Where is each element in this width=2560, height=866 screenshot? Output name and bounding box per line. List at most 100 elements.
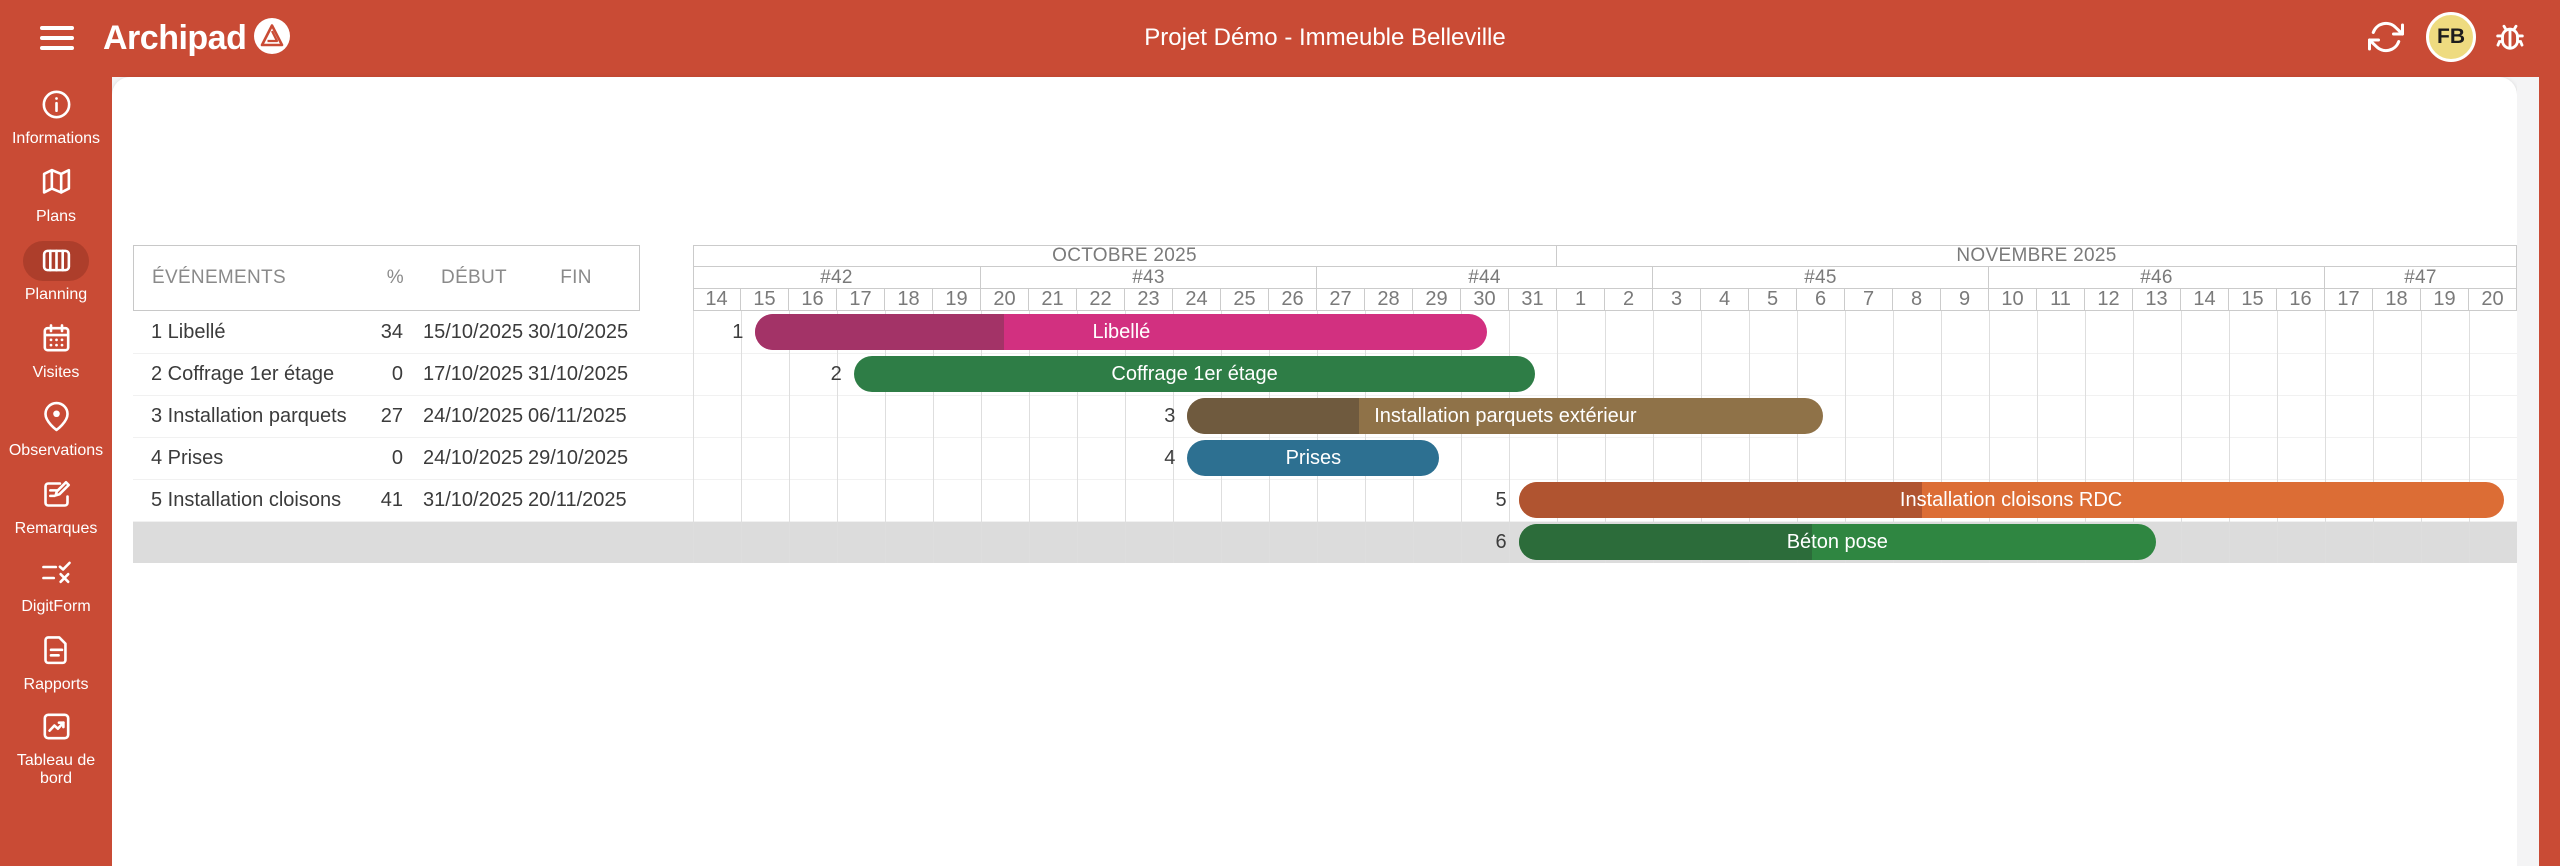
day-grid-line (2277, 311, 2278, 563)
bug-report-icon[interactable] (2492, 19, 2528, 55)
sidebar-item-observations[interactable]: Observations (0, 389, 112, 467)
table-header: ÉVÉNEMENTS%DÉBUTFIN (133, 245, 640, 311)
gantt-day-label: 3 (1653, 289, 1701, 311)
gantt-bar[interactable]: Prises (1187, 440, 1439, 476)
day-grid-line (1509, 311, 1510, 563)
gantt-day-label: 26 (1269, 289, 1317, 311)
event-start: 24/10/2025 (423, 437, 523, 479)
gantt-day-label: 20 (981, 289, 1029, 311)
col-header-evenements: ÉVÉNEMENTS (152, 246, 286, 310)
gantt-day-label: 8 (1893, 289, 1941, 311)
day-grid-line (2229, 311, 2230, 563)
gantt-day-label: 5 (1749, 289, 1797, 311)
gantt-day-label: 7 (1845, 289, 1893, 311)
gantt-bar[interactable]: Coffrage 1er étage (854, 356, 1536, 392)
gantt-day-label: 28 (1365, 289, 1413, 311)
sync-icon[interactable] (2368, 19, 2404, 55)
document-icon (23, 631, 89, 671)
top-bar: Archipad Projet Démo - Immeuble Bellevil… (0, 0, 2560, 77)
event-end: 31/10/2025 (528, 353, 622, 395)
event-pct: 34 (323, 311, 403, 353)
pin-icon (23, 397, 89, 437)
sidebar-item-plans[interactable]: Plans (0, 155, 112, 233)
table-row[interactable]: 5 Installation cloisons RDC4131/10/20252… (133, 479, 640, 521)
sidebar-item-label: Observations (9, 442, 103, 460)
gantt-week-label: #43 (981, 267, 1317, 289)
sidebar-item-remarques[interactable]: Remarques (0, 467, 112, 545)
gantt-day-label: 13 (2133, 289, 2181, 311)
event-pct: 27 (323, 395, 403, 437)
row-separator (133, 521, 2517, 522)
gantt-bar-label: Coffrage 1er étage (854, 356, 1536, 392)
sidebar-item-informations[interactable]: Informations (0, 77, 112, 155)
sidebar-item-tableau-de-bord[interactable]: Tableau de bord (0, 701, 112, 793)
gantt-week-label: #46 (1989, 267, 2325, 289)
gantt-day-label: 6 (1797, 289, 1845, 311)
scrollbar-gutter (2517, 77, 2539, 866)
gantt-day-label: 30 (1461, 289, 1509, 311)
right-red-strip (2539, 0, 2560, 866)
sidebar-item-label: Informations (12, 130, 100, 148)
event-pct: 41 (323, 479, 403, 521)
chart-icon (23, 707, 89, 747)
event-name: 3 Installation parquets ex... (151, 395, 347, 437)
gantt-week-label: #44 (1317, 267, 1653, 289)
planning-icon (23, 241, 89, 281)
sidebar-item-label: Remarques (15, 520, 98, 538)
gantt-day-label: 19 (2421, 289, 2469, 311)
sidebar-item-label: Planning (25, 286, 87, 304)
day-grid-line (693, 311, 694, 563)
gantt-day-label: 19 (933, 289, 981, 311)
event-start: 17/10/2025 (423, 353, 523, 395)
map-icon (23, 163, 89, 203)
sidebar-item-label: Plans (36, 208, 76, 226)
event-pct: 0 (323, 353, 403, 395)
table-row[interactable]: 2 Coffrage 1er étage017/10/202531/10/202… (133, 353, 640, 395)
event-end: 20/11/2025 (528, 479, 622, 521)
gantt-day-label: 25 (1221, 289, 1269, 311)
event-start: 15/10/2025 (423, 311, 523, 353)
avatar[interactable]: FB (2426, 12, 2476, 62)
gantt-bar[interactable]: Libellé (755, 314, 1487, 350)
day-grid-line (2469, 311, 2470, 563)
event-end: 06/11/2025 (528, 395, 622, 437)
gantt-day-label: 15 (741, 289, 789, 311)
sidebar-item-rapports[interactable]: Rapports (0, 623, 112, 701)
gantt-bar[interactable]: Installation parquets extérieur (1187, 398, 1823, 434)
event-pct: 0 (323, 437, 403, 479)
gantt-day-label: 9 (1941, 289, 1989, 311)
sidebar-item-label: Tableau de bord (0, 752, 112, 788)
sidebar-item-visites[interactable]: Visites (0, 311, 112, 389)
gantt-bar[interactable]: Béton pose (1519, 524, 2156, 560)
gantt-bar-label: Béton pose (1519, 524, 2156, 560)
hamburger-menu-icon[interactable] (40, 25, 74, 51)
event-end: 30/10/2025 (528, 311, 622, 353)
archipad-logo: Archipad (103, 17, 290, 59)
gantt-bar-label: Prises (1187, 440, 1439, 476)
gantt-bar-label: Installation cloisons RDC (1519, 482, 2504, 518)
gantt-day-label: 21 (1029, 289, 1077, 311)
event-end: 29/10/2025 (528, 437, 622, 479)
sidebar-item-label: DigitForm (21, 598, 90, 616)
gantt-day-label: 11 (2037, 289, 2085, 311)
day-grid-line (2421, 311, 2422, 563)
table-row[interactable]: 4 Prises0 24/10/202529/10/2025 (133, 437, 640, 479)
event-name: 4 Prises (151, 437, 347, 479)
gantt-day-label: 2 (1605, 289, 1653, 311)
selected-row-band (133, 521, 2517, 563)
gantt-day-label: 14 (693, 289, 741, 311)
col-header-debut: DÉBUT (424, 246, 524, 310)
table-row[interactable]: 1 Libellé3415/10/202530/10/2025 (133, 311, 640, 353)
gantt-day-label: 24 (1173, 289, 1221, 311)
day-grid-line (2181, 311, 2182, 563)
gantt-bar-number: 6 (1467, 521, 1507, 563)
gantt-bar[interactable]: Installation cloisons RDC (1519, 482, 2504, 518)
table-row[interactable]: 3 Installation parquets ex...27 24/10/202… (133, 395, 640, 437)
note-icon (23, 475, 89, 515)
gantt-day-label: 1 (1557, 289, 1605, 311)
sidebar-item-planning[interactable]: Planning (0, 233, 112, 311)
event-start: 24/10/2025 (423, 395, 523, 437)
gantt-day-label: 17 (837, 289, 885, 311)
sidebar-item-digitform[interactable]: DigitForm (0, 545, 112, 623)
gantt-day-label: 16 (789, 289, 837, 311)
